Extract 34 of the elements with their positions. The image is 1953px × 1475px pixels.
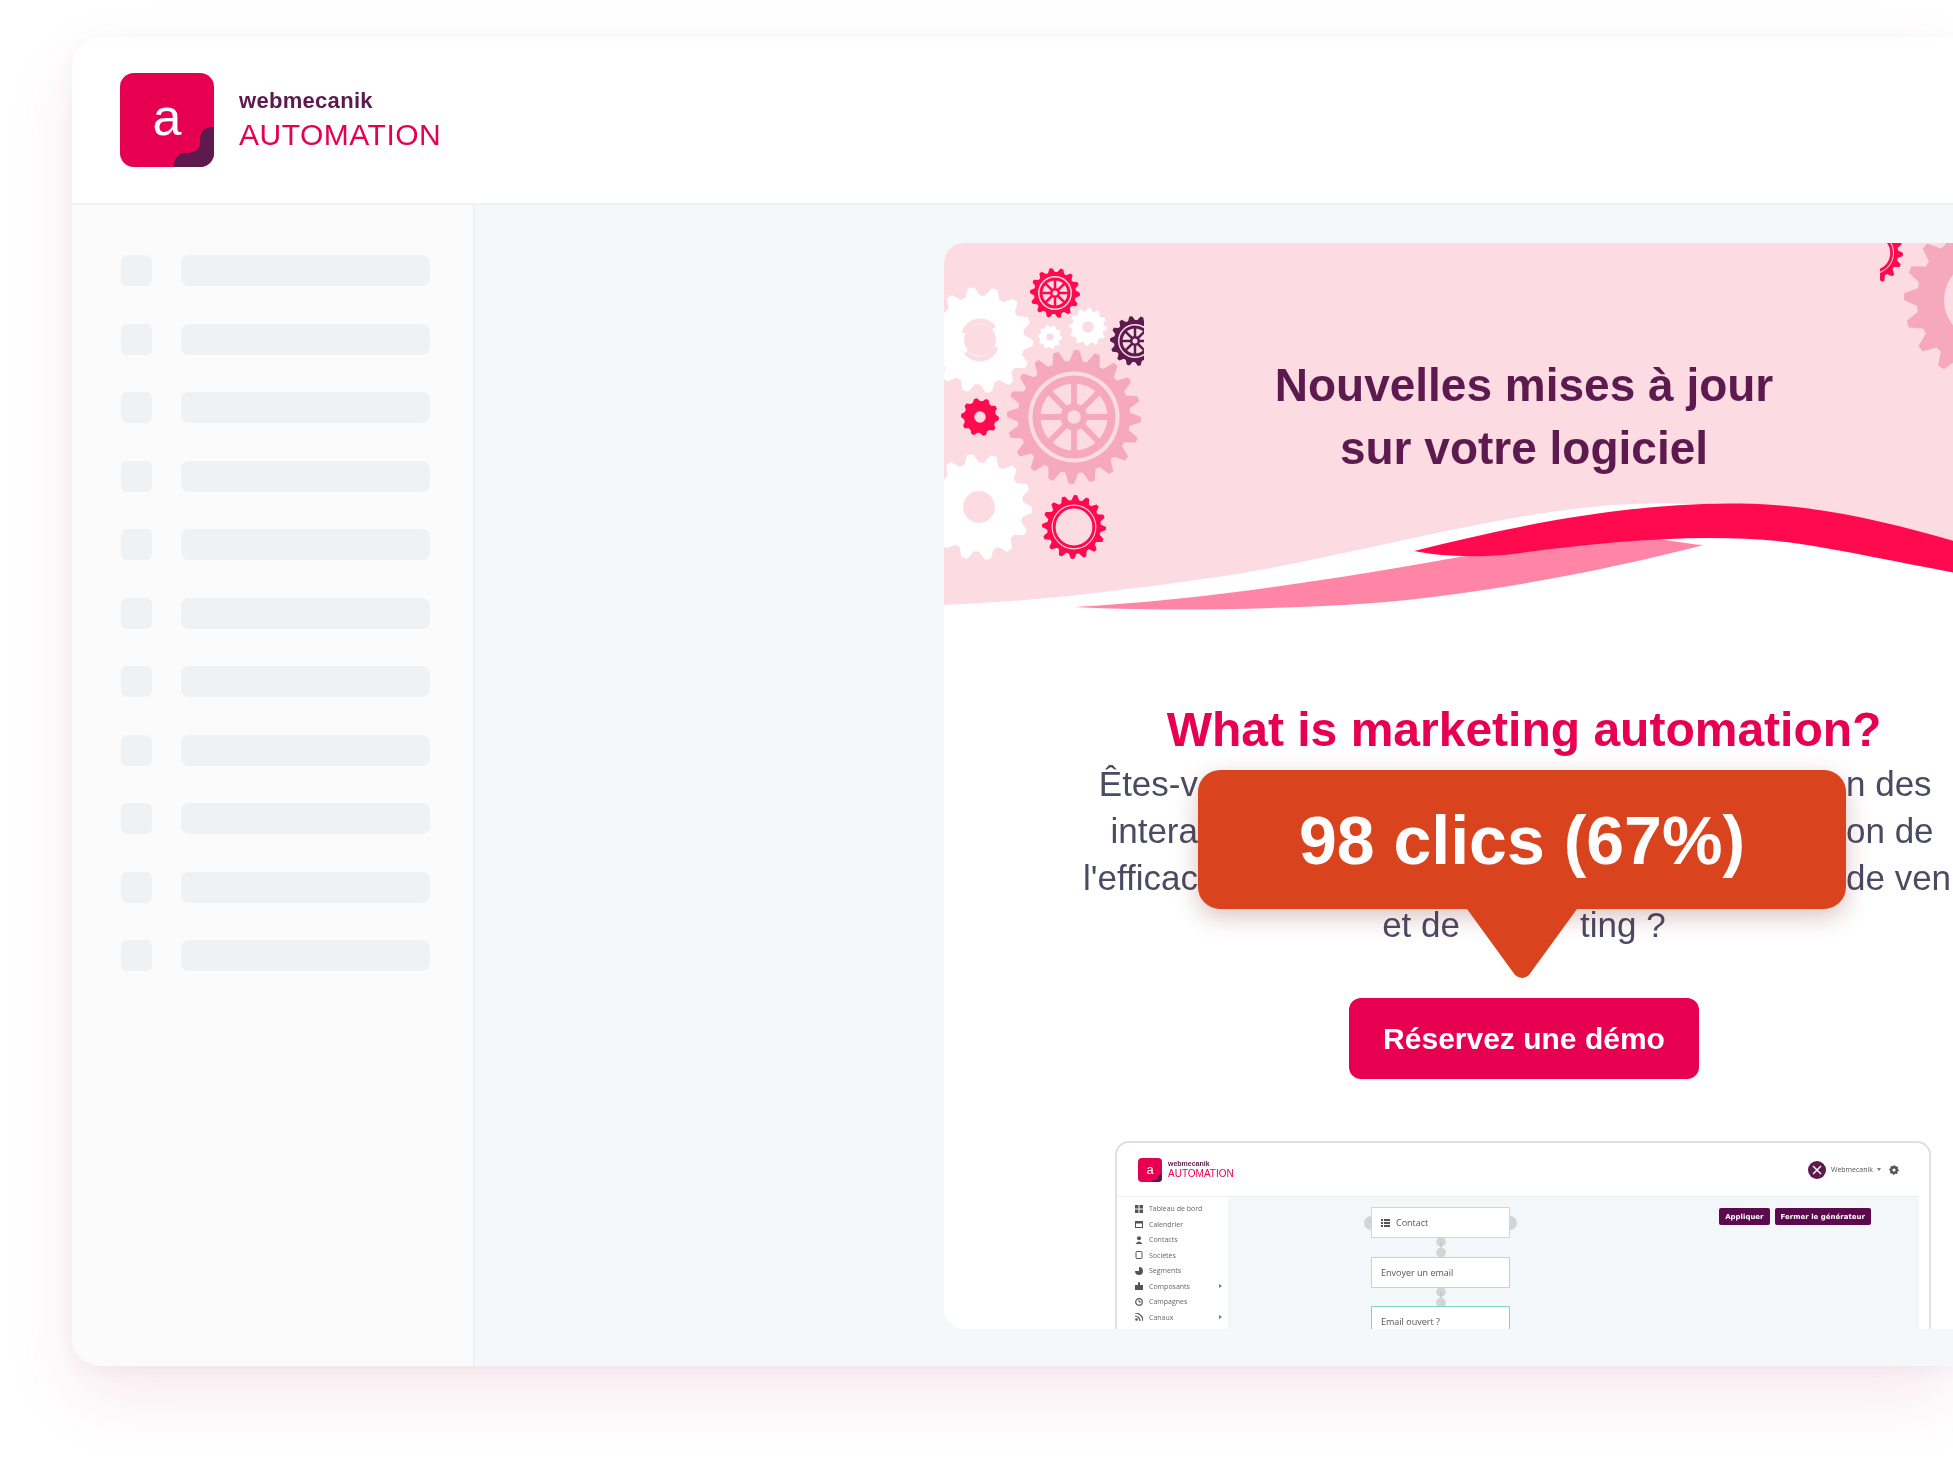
pie-icon [1135, 1266, 1143, 1275]
paragraph-text: intera [1110, 810, 1198, 852]
node-label: Contact [1396, 1216, 1429, 1229]
grid-icon [1135, 1204, 1143, 1213]
connector-drawing [1433, 1238, 1448, 1257]
paragraph-text: on de [1846, 810, 1934, 852]
flow-node[interactable]: Email ouvert ? [1371, 1306, 1510, 1329]
brand-name: webmecanik [239, 88, 374, 114]
demo-button[interactable]: Réservez une démo [1349, 998, 1699, 1079]
clock-icon [1135, 1297, 1143, 1306]
email-heading: What is marketing automation? [1165, 702, 1883, 758]
tablet-icon [1135, 1251, 1143, 1260]
paragraph-text: de ven [1846, 857, 1952, 899]
logo-mark: a [120, 73, 214, 167]
node-label: Envoyer un email [1381, 1265, 1454, 1279]
banner-title: sur votre logiciel [1339, 421, 1709, 476]
flow-node[interactable]: Envoyer un email [1371, 1256, 1510, 1288]
node-label: Email ouvert ? [1381, 1315, 1440, 1328]
list-icon [1381, 1218, 1390, 1227]
person-icon [1135, 1235, 1143, 1244]
paragraph-text: Êtes-v [1098, 763, 1198, 805]
avatar-icon [1807, 1160, 1826, 1179]
calendar-icon [1135, 1220, 1143, 1229]
caret-icon [1877, 1168, 1881, 1171]
flow-node[interactable]: Contact [1371, 1207, 1510, 1238]
paragraph-text: n des [1846, 763, 1932, 805]
rss-icon [1135, 1313, 1143, 1322]
product-name: AUTOMATION [1168, 1168, 1234, 1179]
product-name: AUTOMATION [239, 118, 442, 152]
logo-mark: a [1138, 1157, 1162, 1182]
settings-icon [1889, 1164, 1899, 1175]
connector-drawing [1433, 1287, 1448, 1306]
paragraph-text: l'efficac [1083, 857, 1198, 899]
banner-title: Nouvelles mises à jour [1274, 358, 1774, 413]
